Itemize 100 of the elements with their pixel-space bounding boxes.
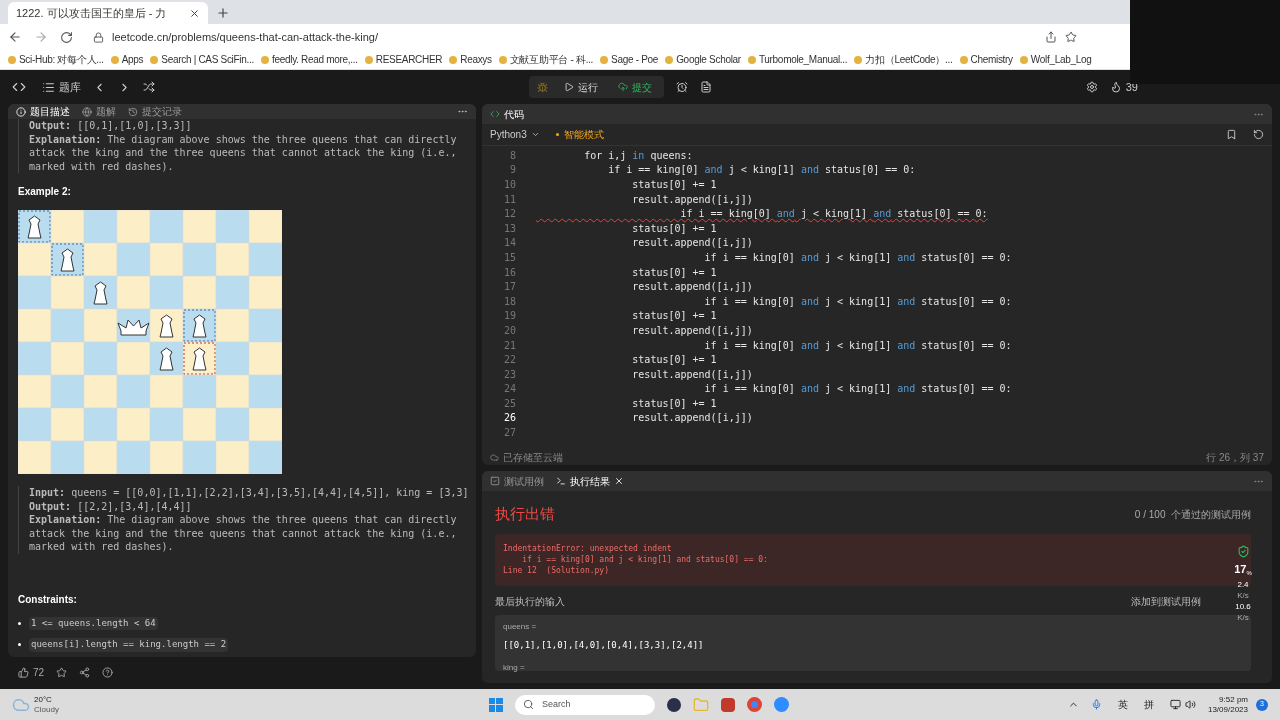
example-text: marked with red dashes). xyxy=(29,540,175,554)
add-testcase-link[interactable]: 添加到测试用例 xyxy=(1131,593,1201,609)
volume-icon[interactable] xyxy=(1184,699,1196,710)
microphone-icon[interactable] xyxy=(1090,699,1102,710)
input-method[interactable]: 英 xyxy=(1117,697,1128,712)
bullet-icon xyxy=(18,643,21,647)
constraint-code: queens[i].length == king.length == 2 xyxy=(29,638,229,652)
code-line: result.append([i,j]) xyxy=(631,367,753,382)
example-text: Input: queens = [[0,0],[1,1],[2,2],[3,4],[3,5],[4,4],[4,5]], king = [3,3] xyxy=(29,486,466,500)
back-icon[interactable] xyxy=(8,30,22,44)
line-number: 25 xyxy=(502,396,516,411)
browser-icon[interactable] xyxy=(746,697,762,712)
share-icon[interactable] xyxy=(1045,31,1057,43)
submit-button[interactable]: 提交 xyxy=(609,77,660,97)
bookmark[interactable]: Reaxys xyxy=(449,52,492,67)
share-icon[interactable] xyxy=(79,666,91,678)
flame-icon xyxy=(1109,81,1122,93)
bookmark[interactable]: 力扣（LeetCode）... xyxy=(854,52,953,67)
speed-unit: K/s xyxy=(1237,613,1249,622)
bookmark[interactable]: Sci-Hub: 对每个人... xyxy=(8,52,104,67)
new-tab-icon[interactable] xyxy=(216,6,230,20)
search-icon xyxy=(522,699,534,710)
taskbar-search[interactable]: Search xyxy=(514,694,655,715)
star-icon[interactable] xyxy=(1065,31,1077,43)
bookmark[interactable]: Turbomole_Manual... xyxy=(747,52,848,67)
history-icon xyxy=(128,106,138,117)
note-icon[interactable] xyxy=(699,81,712,93)
code-line: if i == king[0] and j < king[1] and status[0] == 0: xyxy=(703,338,1012,353)
browser-tab[interactable]: 1222. 可以攻击国王的皇后 - 力 xyxy=(8,2,208,24)
panel-tab[interactable]: 测试用例 xyxy=(490,473,544,489)
bookmark[interactable]: 文献互助平台 - 科... xyxy=(498,52,594,67)
code-line: status[0] += 1 xyxy=(631,265,717,280)
constraints-heading: Constraints: xyxy=(18,592,78,607)
bookmark[interactable]: Google Scholar xyxy=(665,52,741,67)
input-method[interactable]: 拼 xyxy=(1143,697,1154,712)
help-icon[interactable] xyxy=(102,666,114,678)
panel-title: 代码 xyxy=(504,107,524,122)
bookmark[interactable]: feedly. Read more,... xyxy=(260,52,358,67)
url-text: leetcode.cn/problems/queens-that-can-attack-the-king/ xyxy=(112,29,378,45)
debug-icon[interactable] xyxy=(536,81,548,93)
line-number: 16 xyxy=(502,265,516,280)
play-icon xyxy=(563,82,574,92)
settings-icon[interactable] xyxy=(1085,81,1098,93)
constraint-code: 1 <= queens.length < 64 xyxy=(29,616,158,630)
bookmark[interactable]: Wolf_Lab_Log xyxy=(1019,52,1092,67)
line-number: 11 xyxy=(502,192,516,207)
run-button[interactable]: 运行 xyxy=(555,77,606,97)
panel-tab[interactable]: 执行结果 xyxy=(556,473,624,489)
code-line: status[0] += 1 xyxy=(631,221,717,236)
panel-tab[interactable]: 题目描述 xyxy=(16,104,70,119)
example-text: marked with red dashes). xyxy=(29,159,175,173)
shield-icon xyxy=(1236,545,1250,558)
upload-icon xyxy=(617,82,628,92)
logo-icon[interactable] xyxy=(12,80,26,94)
line-number: 8 xyxy=(508,148,516,163)
upload-speed: 2.4 xyxy=(1237,580,1249,589)
bookmark[interactable]: Apps xyxy=(110,52,144,67)
input-name: queens = xyxy=(503,620,538,633)
start-icon[interactable] xyxy=(488,697,503,712)
panel-tab[interactable]: 提交记录 xyxy=(128,104,182,119)
code-line: result.append([i,j]) xyxy=(631,236,753,251)
code-icon xyxy=(490,109,500,119)
lock-icon xyxy=(93,31,104,43)
reload-icon[interactable] xyxy=(60,30,73,44)
tab-title: 1222. 可以攻击国王的皇后 - 力 xyxy=(16,5,168,21)
mode-label[interactable]: 智能模式 xyxy=(563,127,604,142)
code-line: status[0] += 1 xyxy=(631,353,717,368)
shuffle-icon[interactable] xyxy=(143,81,155,93)
bookmark[interactable]: Search | CAS SciFin... xyxy=(150,52,254,67)
code-line: result.append([i,j]) xyxy=(631,323,753,338)
example-heading: Example 2: xyxy=(18,185,72,199)
chevron-down-icon xyxy=(530,130,540,139)
close-icon[interactable] xyxy=(614,476,624,486)
timer-icon[interactable] xyxy=(675,81,688,93)
code-line: status[0] += 1 xyxy=(631,396,717,411)
bookmark[interactable]: Sage - Poe xyxy=(600,52,659,67)
bookmark[interactable]: RESEARCHER xyxy=(364,52,443,67)
app-icon[interactable] xyxy=(666,697,681,712)
star-icon[interactable] xyxy=(56,666,68,678)
example-text: attack the king and the three queens that cannot attack the king (i.e., xyxy=(29,146,458,160)
bullet-icon xyxy=(18,621,21,625)
line-number: 27 xyxy=(502,426,516,441)
code-line: result.append([i,j]) xyxy=(631,192,753,207)
terminal-icon xyxy=(556,476,566,486)
bookmark[interactable]: Chemistry xyxy=(959,52,1013,67)
save-status: 已存储至云端 xyxy=(503,450,563,465)
like-icon[interactable] xyxy=(18,666,29,678)
bookmark-icon[interactable] xyxy=(1226,129,1237,140)
clock-date: 13/09/2023 xyxy=(1207,704,1248,715)
panel-tab[interactable]: 题解 xyxy=(82,104,116,119)
close-icon[interactable] xyxy=(189,7,200,19)
input-value: [[0,1],[1,0],[4,0],[0,4],[3,3],[2,4]] xyxy=(503,638,705,652)
globe-icon xyxy=(82,106,92,117)
example-text: Output: [[2,2],[3,4],[4,4]] xyxy=(29,499,193,513)
problem-list-link[interactable]: 题库 xyxy=(59,78,81,96)
network-icon[interactable] xyxy=(1169,699,1181,710)
code-line: result.append([i,j]) xyxy=(631,411,753,426)
language-selector[interactable]: Python3 xyxy=(490,127,540,142)
clock-time: 9:52 pm xyxy=(1219,694,1248,705)
reset-icon[interactable] xyxy=(1253,129,1264,140)
